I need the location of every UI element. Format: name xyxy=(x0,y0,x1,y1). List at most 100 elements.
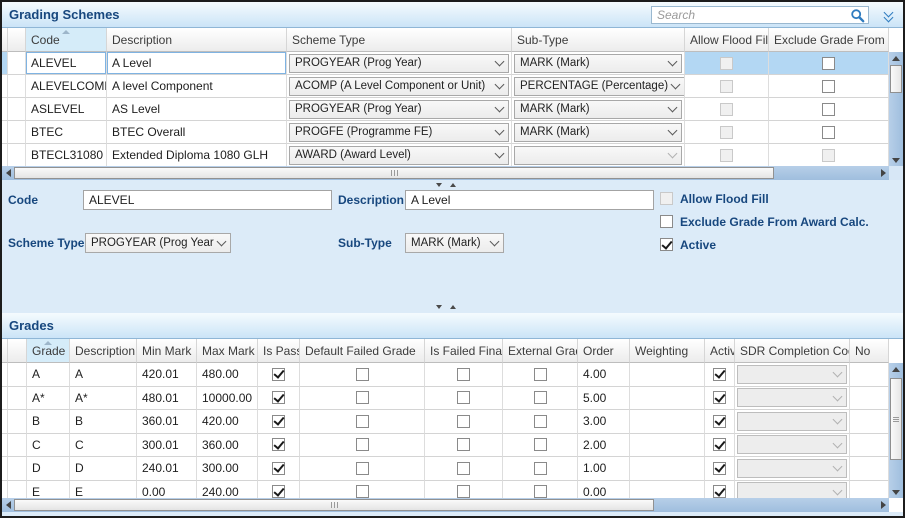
cell-description[interactable]: B xyxy=(70,410,137,434)
column-header-default-failed-grade[interactable]: Default Failed Grade xyxy=(300,339,425,363)
external-grade-checkbox[interactable] xyxy=(533,461,547,475)
row-selector[interactable] xyxy=(8,363,27,387)
exclude-grade-checkbox[interactable] xyxy=(822,56,835,70)
cell-description[interactable]: A Level xyxy=(107,52,287,75)
cell-max-mark[interactable]: 10000.00 xyxy=(197,386,258,410)
row-selector[interactable] xyxy=(8,433,27,457)
cell-min-mark[interactable]: 480.01 xyxy=(137,386,197,410)
scheme-type-dropdown[interactable]: PROGFE (Programme FE) xyxy=(289,122,509,142)
scrollbar-thumb[interactable] xyxy=(890,378,902,460)
sdr-completion-code-dropdown[interactable] xyxy=(737,458,847,478)
column-header-order[interactable]: Order xyxy=(578,339,630,363)
column-header-description[interactable]: Description xyxy=(107,28,287,52)
is-pass-checkbox[interactable] xyxy=(272,485,285,498)
cell-no[interactable] xyxy=(850,457,889,481)
cell-order[interactable]: 3.00 xyxy=(578,410,630,434)
column-header-scheme-type[interactable]: Scheme Type xyxy=(287,28,512,52)
external-grade-checkbox[interactable] xyxy=(533,391,547,405)
cell-max-mark[interactable]: 420.00 xyxy=(197,410,258,434)
cell-order[interactable]: 0.00 xyxy=(578,480,630,498)
scroll-right-arrow[interactable] xyxy=(877,498,889,512)
cell-description[interactable]: AS Level xyxy=(107,98,287,121)
search-icon[interactable] xyxy=(850,8,865,23)
exclude-grade-checkbox[interactable] xyxy=(822,79,835,93)
cell-description[interactable]: E xyxy=(70,480,137,498)
cell-order[interactable]: 1.00 xyxy=(578,457,630,481)
allow-flood-fill-checkbox[interactable] xyxy=(720,79,733,93)
cell-code[interactable]: ASLEVEL xyxy=(26,98,107,121)
default-failed-grade-checkbox[interactable] xyxy=(355,391,369,405)
sdr-completion-code-dropdown[interactable] xyxy=(737,482,847,498)
is-failed-final-checkbox[interactable] xyxy=(457,414,470,428)
row-selector[interactable] xyxy=(8,410,27,434)
sub-type-dropdown[interactable]: MARK (Mark) xyxy=(405,233,504,253)
sub-type-dropdown[interactable]: MARK (Mark) xyxy=(514,122,682,142)
cell-description[interactable]: A* xyxy=(70,386,137,410)
default-failed-grade-checkbox[interactable] xyxy=(355,367,369,381)
sdr-completion-code-dropdown[interactable] xyxy=(737,411,847,431)
column-header-description[interactable]: Description xyxy=(70,339,137,363)
cell-min-mark[interactable]: 240.01 xyxy=(137,457,197,481)
scrollbar-thumb[interactable] xyxy=(890,65,902,93)
cell-no[interactable] xyxy=(850,363,889,387)
is-pass-checkbox[interactable] xyxy=(272,461,285,475)
row-selector[interactable] xyxy=(8,98,26,121)
sub-type-dropdown[interactable] xyxy=(514,145,682,165)
scheme-table-row[interactable]: BTECL31080 Extended Diploma 1080 GLH AWA… xyxy=(2,144,889,166)
grade-table-row[interactable]: A* A* 480.01 10000.00 5.00 xyxy=(2,386,889,410)
cell-grade[interactable]: A* xyxy=(27,386,70,410)
column-header-is-failed-final[interactable]: Is Failed Final xyxy=(425,339,503,363)
grade-table-row[interactable]: E E 0.00 240.00 0.00 xyxy=(2,480,889,498)
cell-min-mark[interactable]: 420.01 xyxy=(137,363,197,387)
cell-grade[interactable]: A xyxy=(27,363,70,387)
cell-max-mark[interactable]: 480.00 xyxy=(197,363,258,387)
row-selector[interactable] xyxy=(8,75,26,98)
active-checkbox[interactable] xyxy=(713,391,726,405)
external-grade-checkbox[interactable] xyxy=(533,367,547,381)
column-header-sdr-completion-code[interactable]: SDR Completion Code xyxy=(735,339,850,363)
default-failed-grade-checkbox[interactable] xyxy=(355,414,369,428)
scheme-table-row[interactable]: ALEVELCOMP A level Component ACOMP (A Le… xyxy=(2,75,889,98)
column-header-min-mark[interactable]: Min Mark xyxy=(137,339,197,363)
cell-description[interactable]: BTEC Overall xyxy=(107,121,287,144)
active-checkbox[interactable] xyxy=(713,367,726,381)
grade-table-row[interactable]: A A 420.01 480.00 4.00 xyxy=(2,363,889,387)
schemes-vertical-scrollbar[interactable] xyxy=(889,52,903,166)
sub-type-dropdown[interactable]: MARK (Mark) xyxy=(514,99,682,119)
cell-code[interactable]: ALEVEL xyxy=(26,52,107,75)
allow-flood-fill-checkbox[interactable] xyxy=(660,192,673,205)
external-grade-checkbox[interactable] xyxy=(533,438,547,452)
cell-code[interactable]: ALEVELCOMP xyxy=(26,75,107,98)
cell-order[interactable]: 5.00 xyxy=(578,386,630,410)
cell-no[interactable] xyxy=(850,433,889,457)
splitter-handle[interactable] xyxy=(2,303,889,311)
row-selector[interactable] xyxy=(8,480,27,498)
cell-description[interactable]: A xyxy=(70,363,137,387)
active-checkbox[interactable] xyxy=(713,438,726,452)
cell-weighting[interactable] xyxy=(630,457,705,481)
cell-description[interactable]: C xyxy=(70,433,137,457)
allow-flood-fill-checkbox[interactable] xyxy=(720,125,733,139)
scroll-left-arrow[interactable] xyxy=(2,166,14,180)
sub-type-dropdown[interactable]: PERCENTAGE (Percentage) xyxy=(514,76,684,96)
is-failed-final-checkbox[interactable] xyxy=(457,367,470,381)
active-checkbox[interactable] xyxy=(713,485,726,498)
cell-grade[interactable]: D xyxy=(27,457,70,481)
scroll-left-arrow[interactable] xyxy=(2,498,14,512)
splitter-handle[interactable] xyxy=(2,181,889,189)
scrollbar-thumb[interactable] xyxy=(14,499,654,511)
scroll-up-arrow[interactable] xyxy=(889,52,903,64)
scheme-table-row[interactable]: ASLEVEL AS Level PROGYEAR (Prog Year) MA… xyxy=(2,98,889,121)
cell-code[interactable]: BTECL31080 xyxy=(26,144,107,166)
cell-max-mark[interactable]: 300.00 xyxy=(197,457,258,481)
cell-grade[interactable]: C xyxy=(27,433,70,457)
default-failed-grade-checkbox[interactable] xyxy=(355,461,369,475)
search-input[interactable] xyxy=(652,7,868,23)
grade-table-row[interactable]: C C 300.01 360.00 2.00 xyxy=(2,433,889,457)
row-selector[interactable] xyxy=(8,52,26,75)
row-selector[interactable] xyxy=(8,144,26,166)
sdr-completion-code-dropdown[interactable] xyxy=(737,435,847,455)
code-field[interactable] xyxy=(83,190,332,210)
column-header-sub-type[interactable]: Sub-Type xyxy=(512,28,685,52)
sdr-completion-code-dropdown[interactable] xyxy=(737,364,847,384)
